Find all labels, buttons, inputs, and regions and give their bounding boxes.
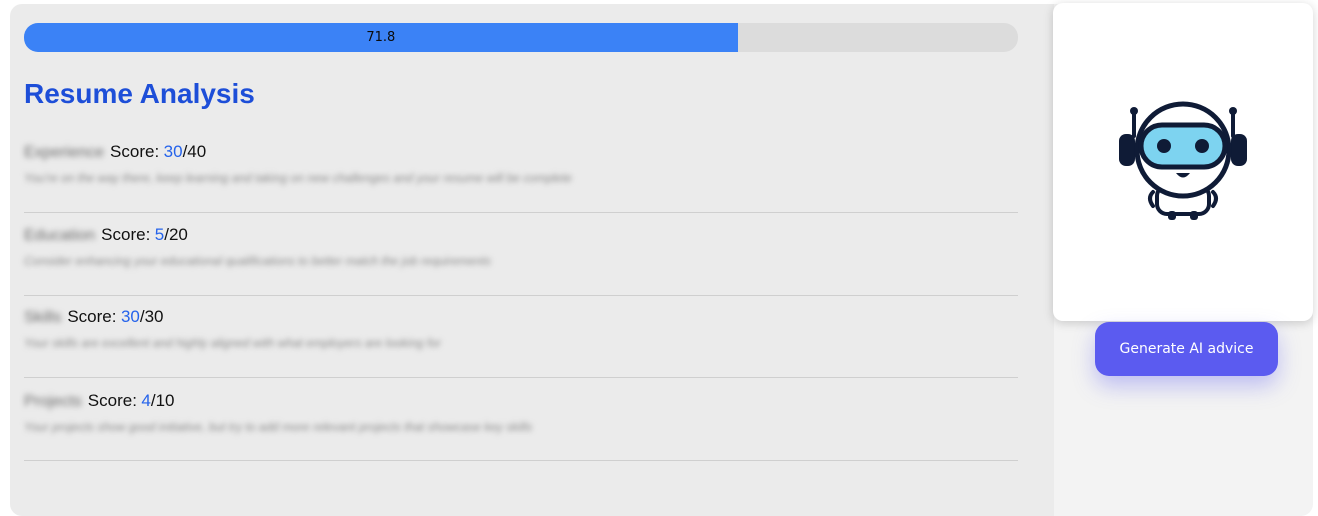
section-skills: Skills Score: 30/30 Your skills are exce… (24, 307, 1018, 350)
section-experience: Experience Score: 30/40 You're on the wa… (24, 142, 1018, 185)
section-description: Your skills are excellent and highly ali… (24, 336, 441, 350)
robot-icon (1119, 101, 1247, 220)
divider (24, 212, 1018, 213)
score-value: 5 (154, 225, 165, 244)
divider (24, 295, 1018, 296)
score-max: 20 (168, 225, 188, 244)
score-max: 40 (187, 142, 207, 161)
score-label: Score: (101, 225, 151, 244)
section-education: Education Score: 5/20 Consider enhancing… (24, 225, 1018, 268)
section-name: Experience (24, 144, 105, 161)
score-value: 30 (163, 142, 183, 161)
overall-score-fill: 71.8 (24, 23, 738, 52)
section-name: Skills (24, 309, 62, 326)
section-projects: Projects Score: 4/10 Your projects show … (24, 391, 1018, 434)
divider (24, 377, 1018, 378)
section-name: Projects (24, 393, 82, 410)
score-label: Score: (87, 391, 137, 410)
divider (24, 460, 1018, 461)
generate-ai-advice-button[interactable]: Generate AI advice (1095, 322, 1278, 376)
score-label: Score: (67, 307, 117, 326)
section-description: Consider enhancing your educational qual… (24, 254, 491, 268)
score-value: 4 (141, 391, 151, 410)
ai-assistant-card (1053, 3, 1313, 321)
score-label: Score: (110, 142, 160, 161)
score-max: 10 (155, 391, 175, 410)
score-value: 30 (120, 307, 140, 326)
overall-score-bar: 71.8 (24, 23, 1018, 52)
section-description: Your projects show good initiative, but … (24, 420, 533, 434)
section-name: Education (24, 227, 96, 244)
overall-score-label: 71.8 (366, 30, 396, 45)
section-description: You're on the way there, keep learning a… (24, 171, 572, 185)
page-title: Resume Analysis (24, 78, 255, 109)
score-max: 30 (144, 307, 164, 326)
